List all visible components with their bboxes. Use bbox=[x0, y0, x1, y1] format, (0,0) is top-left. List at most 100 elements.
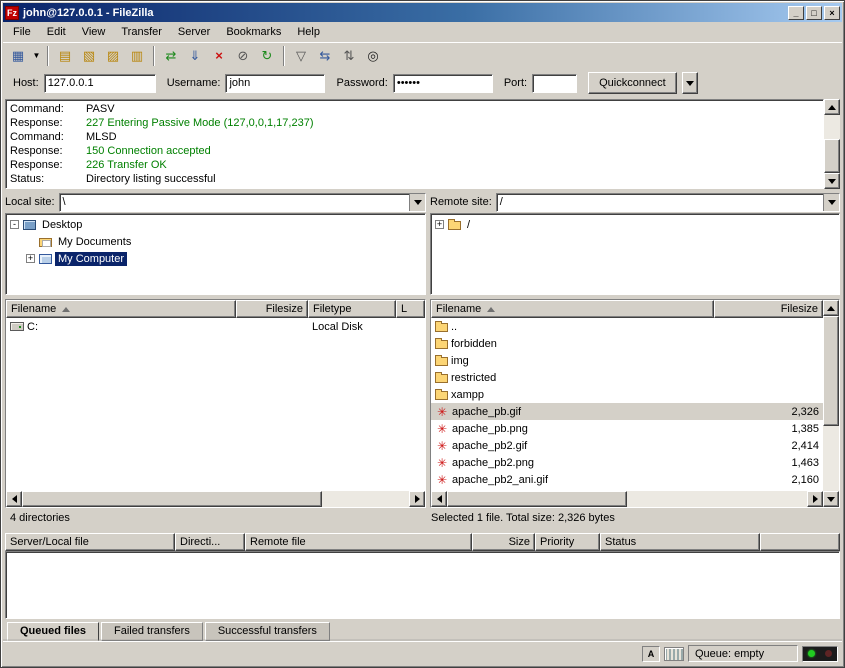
collapse-icon[interactable]: - bbox=[10, 220, 19, 229]
refresh-icon[interactable]: ⇄ bbox=[159, 45, 183, 67]
local-site-dropdown[interactable] bbox=[409, 194, 425, 211]
site-manager-icon[interactable]: ▦ bbox=[6, 45, 30, 67]
queue-column-priority[interactable]: Priority bbox=[535, 533, 600, 551]
log-scrollbar[interactable] bbox=[824, 99, 840, 189]
local-site-combo[interactable]: \ bbox=[59, 193, 426, 212]
scroll-track[interactable] bbox=[447, 491, 807, 507]
column-header-filesize[interactable]: Filesize bbox=[236, 300, 308, 318]
log-label: Response: bbox=[10, 158, 86, 172]
cancel-icon[interactable]: × bbox=[207, 45, 231, 67]
port-label: Port: bbox=[504, 77, 527, 89]
password-input[interactable] bbox=[393, 74, 493, 93]
folder-icon bbox=[435, 323, 448, 332]
port-input[interactable] bbox=[532, 74, 577, 93]
remote-file-row[interactable]: img bbox=[431, 352, 823, 369]
menu-transfer[interactable]: Transfer bbox=[113, 23, 170, 41]
column-header-filename[interactable]: Filename bbox=[6, 300, 236, 318]
queue-column-remote-file[interactable]: Remote file bbox=[245, 533, 472, 551]
column-header-filesize[interactable]: Filesize bbox=[714, 300, 823, 318]
quickconnect-button[interactable]: Quickconnect bbox=[588, 72, 677, 94]
menu-server[interactable]: Server bbox=[170, 23, 218, 41]
remote-tree-toggle-icon[interactable]: ▨ bbox=[101, 45, 125, 67]
queue-column-status[interactable]: Status bbox=[600, 533, 760, 551]
queue-column-direction[interactable]: Directi... bbox=[175, 533, 245, 551]
menu-file[interactable]: File bbox=[5, 23, 39, 41]
queue-column-size[interactable]: Size bbox=[472, 533, 535, 551]
documents-folder-icon bbox=[39, 238, 52, 247]
remote-file-row[interactable]: ✳apache_pb2.png1,463 bbox=[431, 454, 823, 471]
local-tree-toggle-icon[interactable]: ▧ bbox=[77, 45, 101, 67]
remote-file-row[interactable]: restricted bbox=[431, 369, 823, 386]
username-input[interactable] bbox=[225, 74, 325, 93]
queue-list[interactable] bbox=[5, 551, 840, 619]
remote-vertical-scrollbar[interactable] bbox=[823, 300, 839, 507]
scroll-up-arrow[interactable] bbox=[824, 99, 840, 115]
remote-site-combo[interactable]: / bbox=[496, 193, 840, 212]
column-header-filename[interactable]: Filename bbox=[431, 300, 714, 318]
find-icon[interactable]: ◎ bbox=[361, 45, 385, 67]
tab-successful-transfers[interactable]: Successful transfers bbox=[205, 622, 330, 641]
scroll-right-arrow[interactable] bbox=[409, 491, 425, 507]
encryption-icon[interactable] bbox=[664, 647, 684, 661]
local-horizontal-scrollbar[interactable] bbox=[6, 491, 425, 507]
remote-file-row[interactable]: ✳apache_pb.png1,385 bbox=[431, 420, 823, 437]
remote-file-row[interactable]: forbidden bbox=[431, 335, 823, 352]
scroll-down-arrow[interactable] bbox=[823, 491, 839, 507]
transfer-type-icon[interactable]: A bbox=[642, 646, 660, 662]
remote-site-dropdown[interactable] bbox=[823, 194, 839, 211]
host-input[interactable] bbox=[44, 74, 156, 93]
scroll-thumb[interactable] bbox=[824, 139, 840, 173]
menu-help[interactable]: Help bbox=[289, 23, 328, 41]
menu-edit[interactable]: Edit bbox=[39, 23, 74, 41]
scroll-left-arrow[interactable] bbox=[431, 491, 447, 507]
scroll-thumb[interactable] bbox=[22, 491, 322, 507]
title-bar[interactable]: Fz john@127.0.0.1 - FileZilla _ □ × bbox=[3, 3, 842, 22]
tab-failed-transfers[interactable]: Failed transfers bbox=[101, 622, 203, 641]
site-manager-dropdown-icon[interactable]: ▼ bbox=[30, 45, 43, 67]
remote-file-row[interactable]: xampp bbox=[431, 386, 823, 403]
remote-file-row[interactable]: ✳apache_pb2_ani.gif2,160 bbox=[431, 471, 823, 488]
compare-icon[interactable]: ⇆ bbox=[313, 45, 337, 67]
column-header-filetype[interactable]: Filetype bbox=[308, 300, 396, 318]
scroll-right-arrow[interactable] bbox=[807, 491, 823, 507]
reconnect-icon[interactable]: ↻ bbox=[255, 45, 279, 67]
maximize-button[interactable]: □ bbox=[806, 6, 822, 20]
local-file-row[interactable]: C: Local Disk bbox=[6, 318, 425, 335]
scroll-track[interactable] bbox=[824, 115, 840, 173]
arrow-left-icon bbox=[12, 495, 17, 503]
menu-bar: File Edit View Transfer Server Bookmarks… bbox=[3, 22, 842, 42]
remote-file-row[interactable]: ✳apache_pb2.gif2,414 bbox=[431, 437, 823, 454]
tree-item-root[interactable]: + / bbox=[433, 216, 837, 233]
quickconnect-dropdown[interactable] bbox=[682, 72, 698, 94]
menu-bookmarks[interactable]: Bookmarks bbox=[218, 23, 289, 41]
filter-icon[interactable]: ▽ bbox=[289, 45, 313, 67]
scroll-left-arrow[interactable] bbox=[6, 491, 22, 507]
scroll-up-arrow[interactable] bbox=[823, 300, 839, 316]
menu-view[interactable]: View bbox=[74, 23, 114, 41]
column-header-last-modified[interactable]: L bbox=[396, 300, 425, 318]
expand-icon[interactable]: + bbox=[26, 254, 35, 263]
file-name: apache_pb2_ani.gif bbox=[452, 474, 548, 486]
tree-item-my-computer[interactable]: + My Computer bbox=[8, 250, 423, 267]
queue-toggle-icon[interactable]: ▥ bbox=[125, 45, 149, 67]
scroll-thumb[interactable] bbox=[823, 316, 839, 426]
remote-file-row[interactable]: .. bbox=[431, 318, 823, 335]
tree-item-desktop[interactable]: - Desktop bbox=[8, 216, 423, 233]
scroll-track[interactable] bbox=[22, 491, 409, 507]
message-log-toggle-icon[interactable]: ▤ bbox=[53, 45, 77, 67]
disconnect-icon[interactable]: ⊘ bbox=[231, 45, 255, 67]
expand-icon[interactable]: + bbox=[435, 220, 444, 229]
close-button[interactable]: × bbox=[824, 6, 840, 20]
tree-item-my-documents[interactable]: My Documents bbox=[8, 233, 423, 250]
process-queue-icon[interactable]: ⇓ bbox=[183, 45, 207, 67]
remote-horizontal-scrollbar[interactable] bbox=[431, 491, 823, 507]
minimize-button[interactable]: _ bbox=[788, 6, 804, 20]
scroll-down-arrow[interactable] bbox=[824, 173, 840, 189]
tab-queued-files[interactable]: Queued files bbox=[7, 622, 99, 641]
queue-column-server-local-file[interactable]: Server/Local file bbox=[5, 533, 175, 551]
sync-browsing-icon[interactable]: ⇅ bbox=[337, 45, 361, 67]
scroll-thumb[interactable] bbox=[447, 491, 627, 507]
scroll-track[interactable] bbox=[823, 316, 839, 491]
remote-file-row-selected[interactable]: ✳apache_pb.gif2,326 bbox=[431, 403, 823, 420]
column-label: Filename bbox=[11, 303, 56, 315]
